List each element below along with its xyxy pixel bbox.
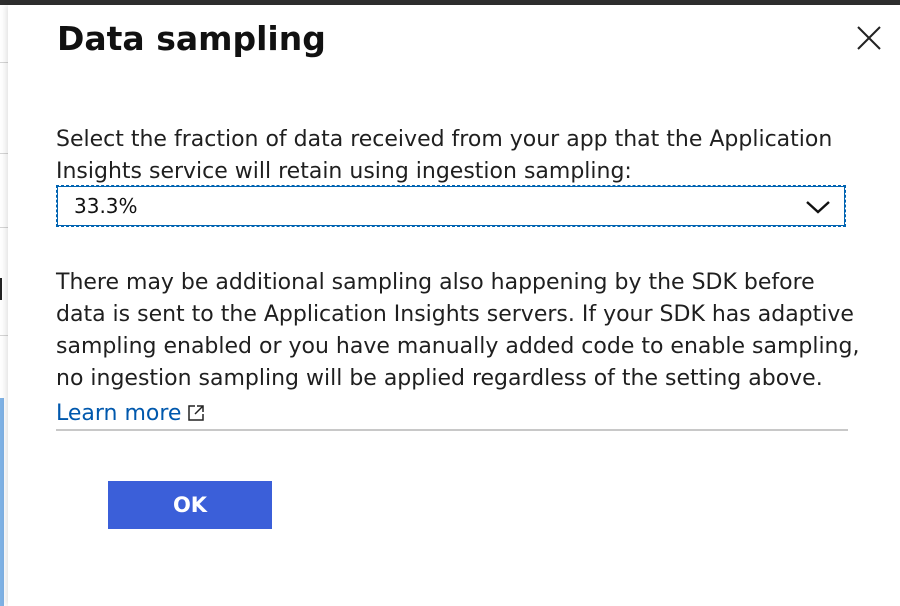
panel-title: Data sampling (57, 19, 326, 58)
background-accent-bar (0, 398, 4, 606)
note-line: There may be additional sampling also ha… (56, 270, 815, 295)
description-line: Select the fraction of data received fro… (56, 127, 833, 152)
note-line: data is sent to the Application Insights… (56, 302, 854, 327)
chevron-down-icon (805, 199, 831, 215)
learn-more-link[interactable]: Learn more (56, 398, 205, 430)
background-divider (0, 227, 8, 228)
close-button[interactable] (854, 23, 884, 53)
data-sampling-panel: Data sampling Select the fraction of dat… (8, 5, 900, 606)
sampling-rate-value: 33.3% (74, 194, 138, 218)
note-line: sampling enabled or you have manually ad… (56, 334, 860, 359)
external-link-icon (187, 404, 205, 422)
section-divider (56, 429, 848, 431)
sdk-sampling-note: There may be additional sampling also ha… (56, 267, 860, 395)
background-text-caret (0, 278, 2, 300)
sampling-description: Select the fraction of data received fro… (56, 124, 856, 188)
close-icon (857, 26, 881, 50)
ok-button[interactable]: OK (108, 481, 272, 529)
background-divider (0, 153, 8, 154)
learn-more-label: Learn more (56, 401, 182, 426)
note-line: no ingestion sampling will be applied re… (56, 366, 823, 391)
description-line: Insights service will retain using inges… (56, 159, 632, 184)
background-divider (0, 335, 8, 336)
background-divider (0, 62, 8, 63)
sampling-rate-dropdown[interactable]: 33.3% (56, 185, 846, 227)
